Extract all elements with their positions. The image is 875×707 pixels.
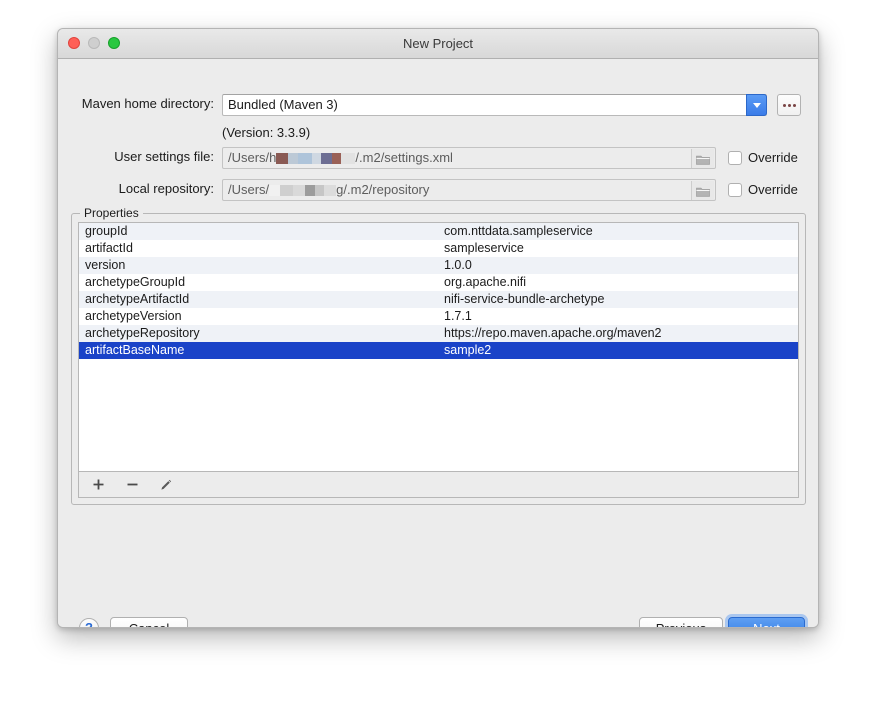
properties-rows-container: groupId com.nttdata.sampleservice artifact… bbox=[79, 223, 798, 359]
local-repository-override-row[interactable]: Override bbox=[728, 182, 798, 197]
maven-home-label-wrap: Maven home directory: bbox=[58, 96, 214, 111]
maven-home-browse-button[interactable] bbox=[777, 94, 801, 116]
redaction-mosaic-local-repository bbox=[269, 185, 337, 197]
table-row[interactable]: archetypeArtifactId nifi-service-bundle-a… bbox=[79, 291, 798, 308]
property-value: https://repo.maven.apache.org/maven2 bbox=[444, 326, 662, 340]
property-name: archetypeArtifactId bbox=[85, 292, 190, 306]
property-name: archetypeRepository bbox=[85, 326, 200, 340]
property-name: version bbox=[85, 258, 126, 272]
user-settings-prefix: /Users/h bbox=[228, 150, 277, 165]
minus-icon[interactable] bbox=[123, 476, 141, 494]
dot-2 bbox=[787, 103, 791, 107]
table-row[interactable]: archetypeVersion 1.7.1 bbox=[79, 308, 798, 325]
user-settings-override-row[interactable]: Override bbox=[728, 150, 798, 165]
user-settings-input[interactable]: /Users/h /.m2/settings.xml bbox=[222, 147, 716, 169]
maven-version-note: (Version: 3.3.9) bbox=[222, 125, 311, 140]
table-row[interactable]: archetypeRepository https://repo.maven.ap… bbox=[79, 325, 798, 342]
local-repository-label: Local repository: bbox=[118, 181, 214, 196]
properties-group: Properties groupId com.nttdata.sampleserv… bbox=[71, 206, 806, 505]
title-bar: New Project bbox=[58, 29, 818, 59]
folder-icon bbox=[696, 187, 710, 197]
redaction-mosaic-user-settings bbox=[276, 153, 356, 165]
property-value: 1.7.1 bbox=[444, 309, 472, 323]
property-value: 1.0.0 bbox=[444, 258, 472, 272]
chevron-down-icon bbox=[752, 102, 761, 108]
cancel-button[interactable]: Cancel bbox=[110, 617, 188, 627]
maven-home-dropdown-button[interactable] bbox=[746, 94, 767, 116]
local-repository-prefix: /Users/ bbox=[228, 182, 270, 197]
next-button[interactable]: Next bbox=[728, 617, 805, 627]
property-name: archetypeGroupId bbox=[85, 275, 186, 289]
properties-empty-area[interactable] bbox=[79, 359, 798, 471]
table-row[interactable]: version 1.0.0 bbox=[79, 257, 798, 274]
local-repository-input[interactable]: /Users/g/.m2/repository bbox=[222, 179, 716, 201]
property-value: sampleservice bbox=[444, 241, 524, 255]
property-name: artifactId bbox=[85, 241, 133, 255]
local-repository-override-checkbox[interactable] bbox=[728, 182, 742, 197]
table-row[interactable]: groupId com.nttdata.sampleservice bbox=[79, 223, 798, 240]
property-value: nifi-service-bundle-archetype bbox=[444, 292, 605, 306]
user-settings-label-wrap: User settings file: bbox=[58, 149, 214, 164]
property-name: groupId bbox=[85, 224, 128, 238]
maven-home-label: Maven home directory: bbox=[81, 96, 214, 111]
local-repository-override-label: Override bbox=[748, 182, 798, 197]
property-name: artifactBaseName bbox=[85, 343, 185, 357]
local-repository-browse-button[interactable] bbox=[691, 181, 714, 200]
dialog-content: Maven home directory: Bundled (Maven 3) … bbox=[58, 59, 818, 627]
maven-home-input[interactable]: Bundled (Maven 3) bbox=[222, 94, 767, 116]
property-value: com.nttdata.sampleservice bbox=[444, 224, 593, 238]
dot-3 bbox=[792, 103, 796, 107]
previous-button[interactable]: Previous bbox=[639, 617, 723, 627]
properties-toolbar bbox=[78, 472, 799, 498]
help-button[interactable]: ? bbox=[79, 618, 99, 627]
folder-icon bbox=[696, 155, 710, 165]
local-repository-label-wrap: Local repository: bbox=[58, 181, 214, 196]
user-settings-override-checkbox[interactable] bbox=[728, 150, 742, 165]
property-value: sample2 bbox=[444, 343, 492, 357]
local-repository-suffix: g/.m2/repository bbox=[336, 182, 430, 197]
dot-1 bbox=[782, 103, 786, 107]
table-row[interactable]: artifactId sampleservice bbox=[79, 240, 798, 257]
new-project-dialog: New Project Maven home directory: Bundle… bbox=[57, 28, 819, 628]
screen-root: New Project Maven home directory: Bundle… bbox=[0, 0, 875, 707]
property-value: org.apache.nifi bbox=[444, 275, 527, 289]
user-settings-override-label: Override bbox=[748, 150, 798, 165]
plus-icon[interactable] bbox=[89, 476, 107, 494]
user-settings-label: User settings file: bbox=[114, 149, 214, 164]
property-name: archetypeVersion bbox=[85, 309, 182, 323]
user-settings-browse-button[interactable] bbox=[691, 149, 714, 168]
properties-table[interactable]: groupId com.nttdata.sampleservice artifact… bbox=[78, 222, 799, 472]
table-row[interactable]: archetypeGroupId org.apache.nifi bbox=[79, 274, 798, 291]
pencil-icon[interactable] bbox=[157, 476, 175, 494]
window-title: New Project bbox=[402, 36, 474, 51]
properties-group-title: Properties bbox=[80, 206, 143, 220]
table-row[interactable]: artifactBaseName sample2 bbox=[79, 342, 798, 359]
user-settings-suffix: /.m2/settings.xml bbox=[355, 150, 453, 165]
